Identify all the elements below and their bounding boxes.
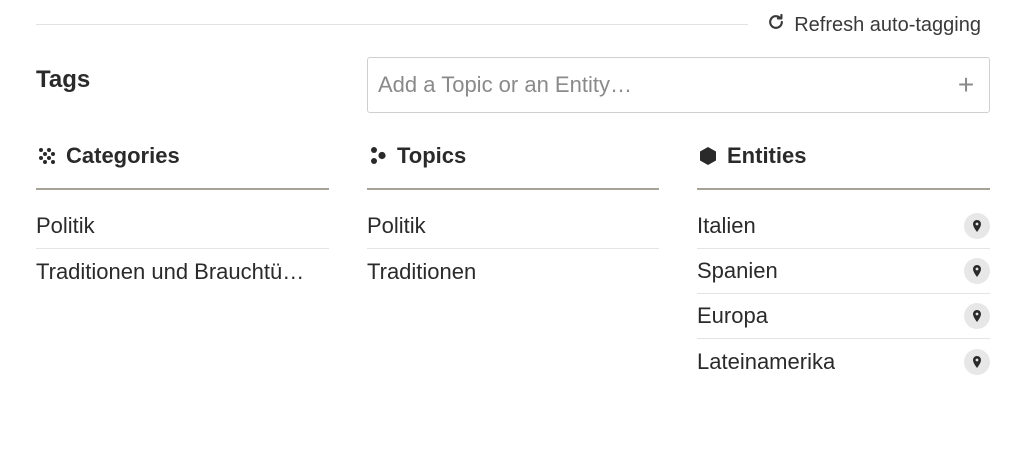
list-item[interactable]: Traditionen	[367, 249, 659, 294]
tags-title: Tags	[36, 66, 91, 93]
tagging-panel: Refresh auto-tagging Tags + Categories P…	[0, 0, 1024, 463]
list-item[interactable]: Spanien	[697, 249, 990, 294]
list-item[interactable]: Traditionen und Brauchtü…	[36, 249, 329, 294]
hexagon-icon	[697, 143, 719, 173]
list-item[interactable]: Europa	[697, 294, 990, 339]
add-tag-field[interactable]: +	[367, 57, 990, 113]
categories-title: Categories	[66, 143, 180, 168]
location-pin-icon[interactable]	[964, 303, 990, 329]
topics-icon	[367, 143, 389, 173]
topics-column: Topics Politik Traditionen	[367, 140, 659, 294]
refresh-label: Refresh auto-tagging	[794, 13, 981, 36]
topics-list: Politik Traditionen	[367, 204, 659, 294]
location-pin-icon[interactable]	[964, 258, 990, 284]
topics-title: Topics	[397, 143, 467, 168]
refresh-auto-tagging-button[interactable]: Refresh auto-tagging	[766, 12, 981, 38]
entities-title: Entities	[727, 143, 807, 168]
categories-column: Categories Politik Traditionen und Brauc…	[36, 140, 329, 294]
categories-dots-icon	[36, 143, 58, 173]
top-divider	[36, 24, 748, 25]
refresh-icon	[766, 12, 786, 38]
list-item[interactable]: Politik	[36, 204, 329, 249]
entities-header: Entities	[697, 140, 990, 190]
location-pin-icon[interactable]	[964, 213, 990, 239]
list-item[interactable]: Italien	[697, 204, 990, 249]
categories-header: Categories	[36, 140, 329, 190]
location-pin-icon[interactable]	[964, 348, 990, 375]
topics-header: Topics	[367, 140, 659, 190]
entities-column: Entities Italien Spanien Europa Lateinam…	[697, 140, 990, 384]
plus-icon[interactable]: +	[953, 71, 979, 99]
list-item[interactable]: Politik	[367, 204, 659, 249]
categories-list: Politik Traditionen und Brauchtü…	[36, 204, 329, 294]
list-item[interactable]: Lateinamerika	[697, 339, 990, 384]
add-tag-input[interactable]	[378, 72, 953, 98]
entities-list: Italien Spanien Europa Lateinamerika	[697, 204, 990, 384]
